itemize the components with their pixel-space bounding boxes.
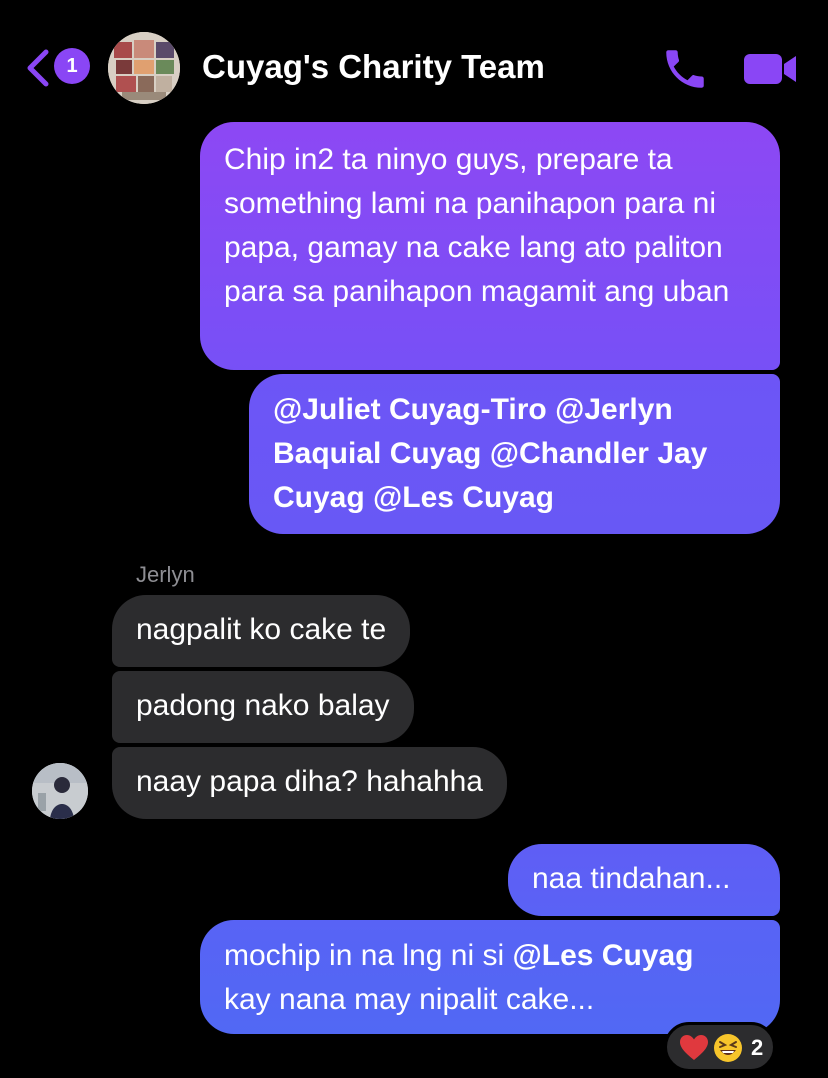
outgoing-message-mentions[interactable]: @Juliet Cuyag-Tiro @Jerlyn Baquial Cuyag… [249,374,780,534]
group-avatar[interactable] [108,32,180,104]
outgoing-message[interactable]: naa tindahan... [508,844,780,916]
incoming-message[interactable]: nagpalit ko cake te [112,595,411,667]
chevron-left-icon [27,49,49,87]
grinning-squinting-face-icon [714,1034,742,1062]
reactions-pill[interactable]: 2 [664,1022,776,1072]
sender-name: Jerlyn [136,562,195,587]
video-camera-icon [744,54,796,84]
conversation-title[interactable]: Cuyag's Charity Team [202,48,545,86]
outgoing-message[interactable]: Chip in2 ta ninyo guys, prepare ta somet… [200,122,780,370]
incoming-message[interactable]: naay papa diha? hahahha [112,747,507,819]
chat-header: 1 Cuyag's Charity Team [0,0,828,120]
incoming-message[interactable]: padong nako balay [112,671,414,743]
outgoing-message[interactable]: mochip in na lng ni si @Les Cuyag kay na… [200,920,780,1034]
back-button[interactable]: 1 [24,46,94,90]
unread-badge: 1 [54,48,90,84]
phone-icon [666,50,704,88]
profile-photo [32,763,88,819]
message-text: mochip in na lng ni si [224,939,513,972]
audio-call-button[interactable] [660,44,710,94]
mention-link[interactable]: @Les Cuyag [513,939,694,972]
reaction-count: 2 [751,1035,764,1060]
group-photo-collage [108,32,180,104]
heart-icon [680,1035,708,1060]
video-call-button[interactable] [742,48,800,88]
message-text: kay nana may nipalit cake... [224,983,595,1016]
sender-avatar[interactable] [32,763,88,819]
